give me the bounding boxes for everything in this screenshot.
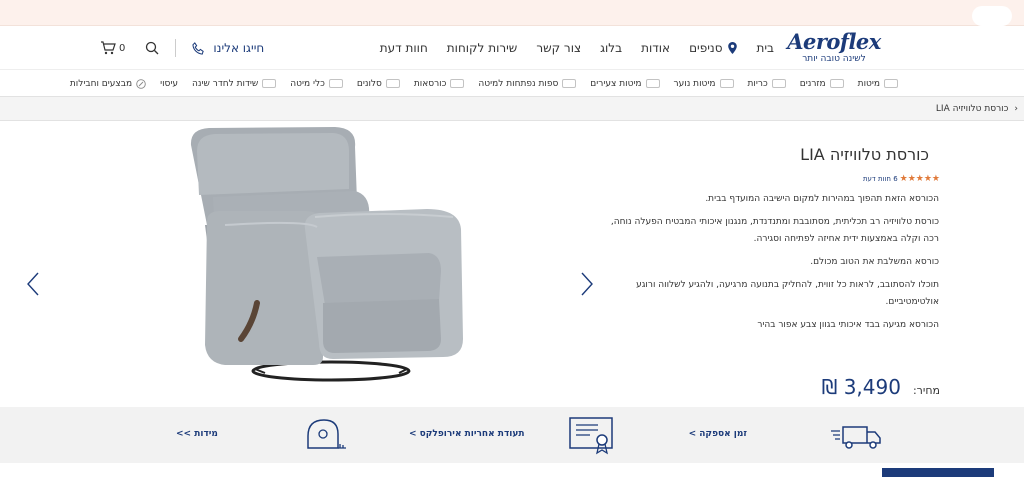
description-paragraph: הכורסא מגיעה בבד איכותי בגוון צבע אפור ב…: [757, 320, 939, 330]
logo-text: Aeroflex: [787, 29, 881, 54]
product-description: הכורסא הזאת תהפוך במהירות למקום הישיבה ה…: [599, 191, 939, 340]
nav-branches-label: סניפים: [689, 41, 723, 55]
cat-youth-beds[interactable]: מיטות נוער: [674, 79, 734, 89]
pillow-icon: [771, 79, 786, 88]
description-paragraph: כורסת טלוויזיה רב תכליתית, מסתובבת ומתנד…: [610, 217, 939, 244]
delivery-time-feature[interactable]: זמן אספקה >: [689, 407, 920, 463]
sofa-bed-icon: [562, 79, 577, 88]
header-utilities: 0 חייגו אלינו: [100, 26, 264, 70]
call-us-label: חייגו אלינו: [213, 41, 265, 55]
prev-image-arrow-icon[interactable]: [26, 271, 40, 297]
aeroflex-logo[interactable]: Aeroflex לשינה טובה יותר: [784, 30, 884, 70]
search-icon[interactable]: [145, 41, 159, 55]
cat-pillows[interactable]: כריות: [748, 79, 786, 89]
dresser-icon: [262, 79, 277, 88]
cat-label: מיטות נוער: [673, 78, 716, 89]
young-bed-icon: [645, 79, 660, 88]
cart-count: 0: [119, 42, 126, 54]
cat-living-rooms[interactable]: סלונים: [357, 79, 400, 89]
chat-widget-bubble[interactable]: [972, 6, 1012, 26]
cat-label: כלי מיטה: [290, 78, 325, 89]
armchair-icon: [450, 79, 465, 88]
certificate-icon: [569, 417, 613, 455]
nav-about[interactable]: אודות: [641, 41, 670, 55]
dimensions-feature[interactable]: מידות >>: [170, 407, 360, 463]
description-paragraph: הכורסא הזאת תהפוך במהירות למקום הישיבה ה…: [705, 194, 939, 204]
logo-tagline: לשינה טובה יותר: [802, 54, 866, 64]
cat-young-beds[interactable]: מיטות צעירים: [590, 78, 660, 89]
warranty-certificate-link[interactable]: תעודת אחריות אירופלקס >: [409, 429, 524, 439]
cat-label: ספות נפתחות למיטה: [478, 78, 559, 89]
youth-bed-icon: [719, 79, 734, 88]
location-pin-icon: [728, 42, 738, 54]
price-block: מחיר: 3,490 ₪: [822, 375, 940, 399]
bedding-icon: [328, 79, 343, 88]
cat-label: סלונים: [356, 78, 382, 89]
cat-label: מבצעים וחבילות: [69, 78, 133, 89]
product-features-bar: זמן אספקה > תעודת אחריות אירופלקס > מידו…: [0, 407, 1024, 463]
cat-label: עיסוי: [160, 78, 179, 89]
cat-beds[interactable]: מיטות: [858, 79, 898, 89]
breadcrumb: ‹ כורסת טלוויזיה LIA: [0, 97, 1024, 121]
cat-armchairs[interactable]: כורסאות: [414, 79, 465, 89]
delivery-truck-icon: [831, 426, 881, 449]
next-image-arrow-icon[interactable]: [580, 271, 594, 297]
cart-button[interactable]: 0: [100, 41, 125, 55]
top-promo-bar: [0, 0, 1024, 26]
description-paragraph: כורסא המשלבת את הטוב מכולם.: [810, 257, 939, 267]
delivery-time-link[interactable]: זמן אספקה >: [689, 429, 747, 439]
nav-branches[interactable]: סניפים: [689, 41, 738, 55]
reviews-link[interactable]: 6 חוות דעת: [863, 175, 898, 183]
rating[interactable]: ★★★★★ 6 חוות דעת: [860, 174, 940, 184]
product-title: כורסת טלוויזיה LIA: [800, 145, 929, 164]
warranty-feature[interactable]: תעודת אחריות אירופלקס >: [400, 407, 640, 463]
measuring-tape-icon: [307, 419, 346, 449]
bottom-widget-strip[interactable]: [882, 468, 994, 477]
price-label: מחיר:: [912, 384, 940, 397]
header-divider: [175, 39, 177, 57]
cart-icon: [101, 41, 116, 55]
cat-sofa-beds[interactable]: ספות נפתחות למיטה: [478, 78, 577, 89]
product-section: כורסת טלוויזיה LIA ★★★★★ 6 חוות דעת הכור…: [0, 121, 1024, 409]
call-us-link[interactable]: חייגו אלינו: [192, 41, 264, 55]
cat-label: מיטות: [857, 78, 880, 89]
cat-massage[interactable]: עיסוי: [160, 79, 178, 89]
sofa-icon: [385, 79, 400, 88]
nav-customer-service[interactable]: שירות לקוחות: [447, 41, 518, 55]
nav-contact[interactable]: צור קשר: [536, 41, 581, 55]
mattress-icon: [829, 79, 844, 88]
phone-icon: [192, 41, 205, 55]
cat-mattresses[interactable]: מזרנים: [800, 79, 844, 89]
cat-label: כורסאות: [413, 78, 447, 89]
site-header: Aeroflex לשינה טובה יותר בית סניפים אודו…: [0, 26, 1024, 70]
cat-bedding[interactable]: כלי מיטה: [290, 79, 343, 89]
breadcrumb-separator: ‹: [1014, 103, 1018, 114]
rating-stars-icon: ★★★★★: [899, 174, 940, 184]
cat-label: שידות לחדר שינה: [192, 78, 259, 89]
cat-deals[interactable]: מבצעים וחבילות: [70, 79, 146, 89]
cat-label: מיטות צעירים: [590, 78, 642, 89]
product-image-armchair: [190, 127, 463, 382]
nav-reviews[interactable]: חוות דעת: [380, 41, 428, 55]
cat-label: מזרנים: [799, 78, 826, 89]
category-nav: מיטות מזרנים כריות מיטות נוער מיטות צעיר…: [0, 70, 1024, 97]
description-paragraph: תוכלו להסתובב, לראות כל זווית, להחליק בת…: [636, 280, 939, 307]
main-nav: בית סניפים אודות בלוג צור קשר שירות לקוח…: [361, 26, 774, 70]
dimensions-link[interactable]: מידות >>: [176, 429, 218, 439]
cat-label: כריות: [747, 78, 768, 89]
nav-home[interactable]: בית: [756, 41, 774, 55]
bed-icon: [884, 79, 898, 88]
nav-blog[interactable]: בלוג: [600, 41, 622, 55]
price-value: 3,490 ₪: [821, 375, 901, 399]
cat-dressers[interactable]: שידות לחדר שינה: [192, 78, 277, 89]
percent-badge-icon: [136, 78, 146, 89]
breadcrumb-current[interactable]: כורסת טלוויזיה LIA: [936, 104, 1008, 114]
